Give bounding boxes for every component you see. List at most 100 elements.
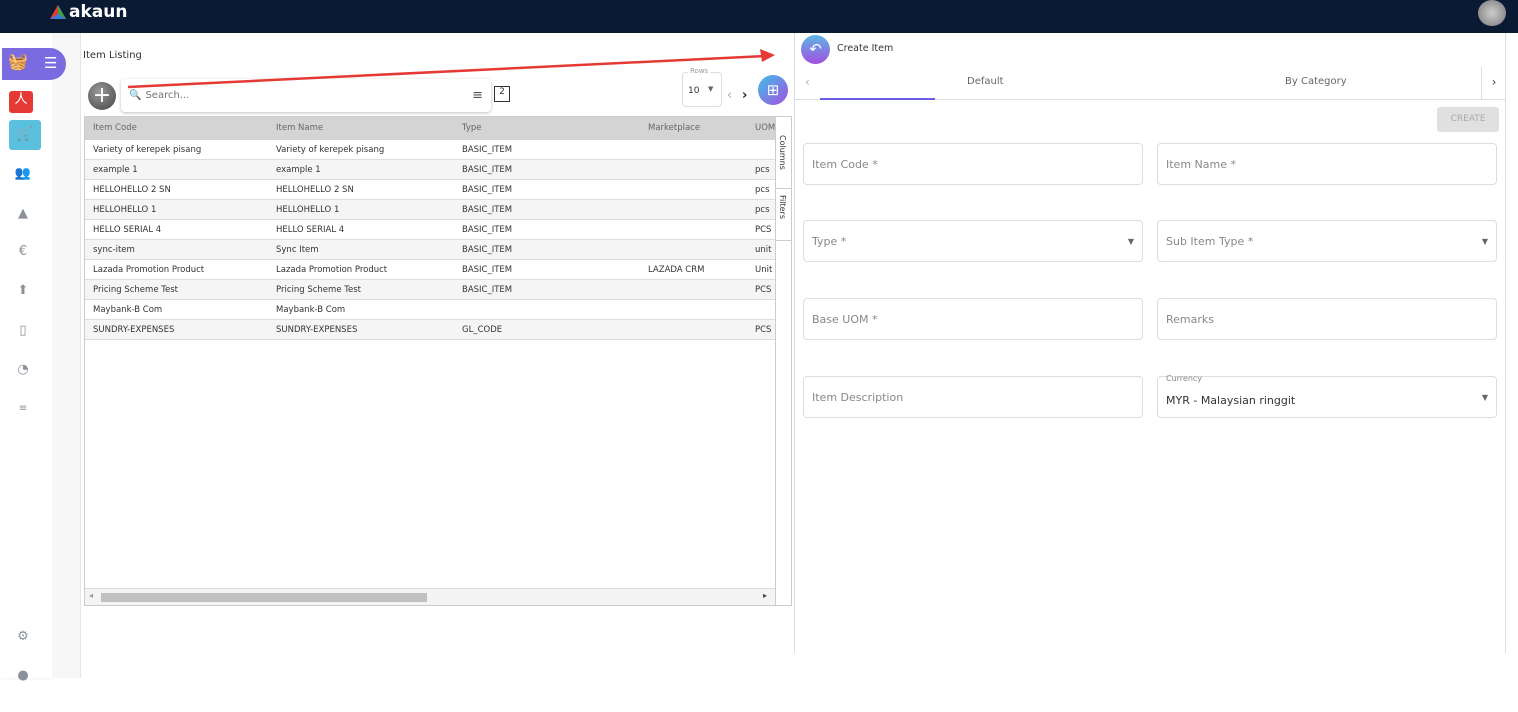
table-cell: pcs bbox=[755, 185, 770, 195]
table-cell: pcs bbox=[755, 165, 770, 175]
columns-label: Columns bbox=[778, 135, 787, 170]
table-cell: BASIC_ITEM bbox=[462, 185, 513, 195]
app-name: akaun bbox=[69, 2, 128, 22]
tab-default-label[interactable]: Default bbox=[967, 76, 1004, 87]
app-logo[interactable]: akaun bbox=[50, 2, 127, 22]
add-item-button[interactable]: + bbox=[88, 82, 116, 110]
table-cell: PCS bbox=[755, 285, 772, 295]
table-row[interactable]: example 1 example 1 BASIC_ITEM pcs bbox=[85, 160, 775, 180]
table-cell: sync-item bbox=[93, 245, 135, 255]
table-row[interactable]: Variety of kerepek pisang Variety of kere… bbox=[85, 140, 775, 160]
scroll-left-icon[interactable]: ◂ bbox=[89, 591, 93, 600]
create-button[interactable]: CREATE bbox=[1437, 107, 1499, 132]
remarks-label: Remarks bbox=[1166, 312, 1214, 326]
item-description-field[interactable]: Item Description bbox=[803, 376, 1143, 418]
tab-bar: ‹ Default By Category › bbox=[795, 67, 1506, 100]
item-code-field[interactable]: Item Code * bbox=[803, 143, 1143, 185]
currency-value: MYR - Malaysian ringgit bbox=[1166, 393, 1296, 407]
column-header[interactable]: UOM bbox=[755, 118, 775, 138]
table-row[interactable]: Maybank-B Com Maybank-B Com bbox=[85, 300, 775, 320]
app-menu-toggle[interactable]: 🧺 ☰ bbox=[2, 48, 66, 80]
table-row[interactable]: sync-item Sync Item BASIC_ITEM unit bbox=[85, 240, 775, 260]
base-uom-label: Base UOM * bbox=[812, 312, 878, 326]
table-cell: example 1 bbox=[93, 165, 138, 175]
table-cell: BASIC_ITEM bbox=[462, 265, 513, 275]
table-cell: pcs bbox=[755, 205, 770, 215]
column-header[interactable]: Marketplace bbox=[648, 118, 700, 138]
back-button[interactable]: ↶ bbox=[801, 35, 830, 64]
table-cell: Pricing Scheme Test bbox=[93, 285, 178, 295]
table-cell: BASIC_ITEM bbox=[462, 165, 513, 175]
table-cell: BASIC_ITEM bbox=[462, 245, 513, 255]
upload-icon[interactable]: ⬆ bbox=[14, 282, 32, 300]
sub-item-type-label: Sub Item Type * bbox=[1166, 234, 1254, 248]
annotation-arrow bbox=[127, 49, 775, 89]
column-header[interactable]: Item Code bbox=[93, 118, 137, 138]
app-icon-red[interactable]: 人 bbox=[9, 91, 33, 113]
table-cell: BASIC_ITEM bbox=[462, 145, 513, 155]
table-cell: HELLO SERIAL 4 bbox=[93, 225, 162, 235]
column-header[interactable]: Item Name bbox=[276, 118, 323, 138]
base-uom-field[interactable]: Base UOM * bbox=[803, 298, 1143, 340]
column-header[interactable]: Type bbox=[462, 118, 482, 138]
sub-item-type-select[interactable]: Sub Item Type * ▼ bbox=[1157, 220, 1497, 262]
table-cell: HELLOHELLO 1 bbox=[93, 205, 157, 215]
user-avatar[interactable] bbox=[1478, 0, 1506, 26]
scroll-right-icon[interactable]: ▸ bbox=[763, 591, 767, 600]
table-cell: HELLO SERIAL 4 bbox=[276, 225, 345, 235]
table-row[interactable]: SUNDRY-EXPENSES SUNDRY-EXPENSES GL_CODE PCS bbox=[85, 320, 775, 340]
table-cell: HELLOHELLO 2 SN bbox=[93, 185, 171, 195]
table-cell: Variety of kerepek pisang bbox=[276, 145, 385, 155]
item-table: Item Code Item Name Type Marketplace UOM Var… bbox=[84, 116, 776, 606]
tab-scroll-right[interactable]: › bbox=[1481, 67, 1506, 100]
tab-by-category[interactable]: By Category bbox=[1285, 76, 1347, 87]
cart-icon[interactable]: 🛒 bbox=[9, 120, 41, 150]
tab-scroll-left[interactable]: ‹ bbox=[805, 75, 810, 89]
euro-icon[interactable]: € bbox=[14, 243, 32, 261]
basket-icon: 🧺 bbox=[8, 52, 28, 71]
horizontal-scrollbar[interactable]: ◂ ▸ bbox=[85, 588, 775, 605]
table-row[interactable]: Lazada Promotion Product Lazada Promotion… bbox=[85, 260, 775, 280]
top-bar bbox=[0, 0, 1518, 33]
table-cell: BASIC_ITEM bbox=[462, 205, 513, 215]
table-row[interactable]: Pricing Scheme Test Pricing Scheme Test BA… bbox=[85, 280, 775, 300]
document-icon[interactable]: ▯ bbox=[14, 322, 32, 340]
table-row[interactable]: HELLOHELLO 1 HELLOHELLO 1 BASIC_ITEM pcs bbox=[85, 200, 775, 220]
item-code-label: Item Code * bbox=[812, 157, 878, 171]
table-cell: BASIC_ITEM bbox=[462, 225, 513, 235]
settings-icon[interactable]: ⚙ bbox=[14, 628, 32, 646]
type-select[interactable]: Type * ▼ bbox=[803, 220, 1143, 262]
table-side-panel: Columns Filters bbox=[776, 116, 792, 606]
account-icon[interactable]: ● bbox=[14, 667, 32, 685]
scrollbar-thumb[interactable] bbox=[101, 593, 427, 602]
users-icon[interactable]: 👥 bbox=[14, 165, 32, 183]
columns-tab[interactable]: Columns bbox=[778, 135, 787, 187]
shapes-icon[interactable]: ▲ bbox=[14, 205, 32, 223]
chevron-down-icon: ▼ bbox=[1127, 236, 1134, 246]
item-name-field[interactable]: Item Name * bbox=[1157, 143, 1497, 185]
remarks-field[interactable]: Remarks bbox=[1157, 298, 1497, 340]
table-cell: PCS bbox=[755, 325, 772, 335]
table-cell: SUNDRY-EXPENSES bbox=[276, 325, 358, 335]
table-header: Item Code Item Name Type Marketplace UOM bbox=[85, 117, 775, 140]
table-cell: SUNDRY-EXPENSES bbox=[93, 325, 175, 335]
table-cell: HELLOHELLO 1 bbox=[276, 205, 340, 215]
table-cell: Maybank-B Com bbox=[93, 305, 163, 315]
menu-collapse-icon: ☰ bbox=[44, 54, 58, 72]
currency-label: Currency bbox=[1166, 374, 1203, 383]
type-label: Type * bbox=[812, 234, 847, 248]
table-cell: Variety of kerepek pisang bbox=[93, 145, 202, 155]
table-cell: Maybank-B Com bbox=[276, 305, 346, 315]
table-row[interactable]: HELLO SERIAL 4 HELLO SERIAL 4 BASIC_ITEM PC… bbox=[85, 220, 775, 240]
chevron-down-icon: ▼ bbox=[1481, 236, 1488, 246]
chevron-down-icon: ▼ bbox=[1481, 392, 1488, 402]
tab-default[interactable] bbox=[820, 67, 935, 100]
pie-icon[interactable]: ◔ bbox=[14, 361, 32, 379]
table-cell: BASIC_ITEM bbox=[462, 285, 513, 295]
table-cell: example 1 bbox=[276, 165, 321, 175]
table-row[interactable]: HELLOHELLO 2 SN HELLOHELLO 2 SN BASIC_ITEM… bbox=[85, 180, 775, 200]
filters-tab[interactable]: Filters bbox=[778, 195, 787, 240]
currency-select[interactable]: Currency MYR - Malaysian ringgit ▼ bbox=[1157, 374, 1497, 418]
list-icon[interactable]: ≡ bbox=[14, 400, 32, 418]
table-cell: Sync Item bbox=[276, 245, 319, 255]
